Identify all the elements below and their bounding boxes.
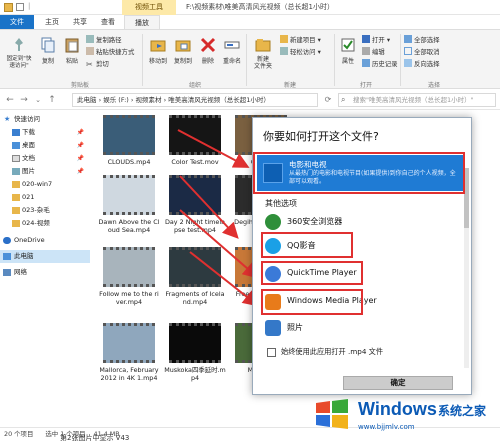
ok-button[interactable]: 确定 <box>343 376 453 390</box>
always-use-label: 始终使用此应用打开 .mp4 文件 <box>281 347 384 356</box>
app-name: 照片 <box>287 323 303 332</box>
other-options-label: 其他选项 <box>265 199 297 208</box>
app-name: 360安全浏览器 <box>287 217 343 226</box>
arrow-to-qq <box>179 175 239 239</box>
arrow-to-quicktime <box>179 209 260 279</box>
browser-icon <box>265 214 281 230</box>
app-photos[interactable]: 照片 <box>265 318 455 338</box>
arrow-to-movies <box>177 129 250 168</box>
highlight-movies <box>253 152 465 194</box>
dialog-scrollbar[interactable] <box>464 168 469 368</box>
highlight-wmp <box>261 289 363 315</box>
highlight-qq <box>261 232 353 258</box>
watermark: Windows 系统之家 www.bjjmlv.com <box>310 391 498 437</box>
watermark-brand: Windows <box>358 399 437 419</box>
always-use-checkbox[interactable]: 始终使用此应用打开 .mp4 文件 <box>267 347 467 359</box>
bottom-caption: 第2张图片中显示 V43 <box>60 434 130 442</box>
app-360-browser[interactable]: 360安全浏览器 <box>265 212 455 232</box>
checkbox-box[interactable] <box>267 348 276 357</box>
item-count: 20 个项目 <box>4 430 34 438</box>
watermark-name: 系统之家 <box>438 404 487 418</box>
photos-icon <box>265 320 281 336</box>
watermark-url: www.bjjmlv.com <box>358 423 415 431</box>
dialog-title: 你要如何打开这个文件? <box>263 130 379 143</box>
windows-logo-icon <box>316 399 348 429</box>
highlight-quicktime <box>261 261 363 285</box>
arrow-to-wmp <box>189 251 260 307</box>
open-with-dialog: 你要如何打开这个文件? 电影和电视 从最热门的电影和电视节目(如果提供)到你自己… <box>252 117 472 395</box>
